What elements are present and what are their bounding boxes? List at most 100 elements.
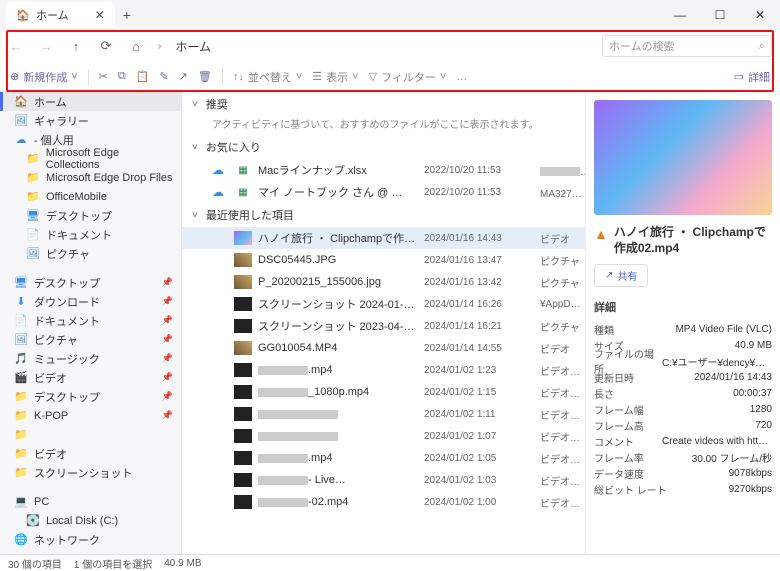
delete-icon[interactable]: 🗑: [198, 70, 212, 83]
section-title: 最近使用した項目: [206, 207, 294, 223]
details-section-header: 詳細: [594, 299, 772, 315]
minimize-button[interactable]: —: [660, 8, 700, 22]
file-name: _1080p.mp4: [258, 386, 418, 398]
file-date: 2024/01/02 1:03: [424, 475, 534, 486]
search-input[interactable]: ホームの検索 ⌕: [602, 35, 772, 57]
view-button[interactable]: ☰ 表示 ˅: [312, 69, 358, 85]
sidebar-item-label: ビデオ: [34, 370, 67, 386]
file-name: P_20200215_155006.jpg: [258, 276, 418, 288]
file-row[interactable]: 2024/01/02 1:07ビデオ¥動画: [182, 425, 585, 447]
sidebar-item[interactable]: 🏠ホーム: [0, 92, 181, 111]
file-name: GG010054.MP4: [258, 342, 418, 354]
forward-icon[interactable]: →: [38, 39, 54, 54]
file-row[interactable]: ハノイ旅行 ・ Clipchampで作成02…2024/01/16 14:43ビ…: [182, 227, 585, 249]
sidebar-item[interactable]: 🖼ギャラリー: [0, 111, 181, 130]
search-placeholder: ホームの検索: [609, 38, 675, 54]
sidebar-item[interactable]: 📁: [0, 425, 181, 444]
file-row[interactable]: .mp42024/01/02 1:05ビデオ¥動画: [182, 447, 585, 469]
file-date: 2024/01/02 1:07: [424, 431, 534, 442]
file-row[interactable]: P_20200215_155006.jpg2024/01/16 13:42ピクチ…: [182, 271, 585, 293]
sidebar-item[interactable]: 🖥デスクトップ: [0, 206, 181, 225]
thumbnail-icon: [234, 253, 252, 267]
sidebar-item-label: K-POP: [34, 410, 68, 422]
folder-icon: 📁: [14, 466, 28, 479]
file-row[interactable]: ☁▦Macラインナップ.xlsx2022/10/20 11:53 の OneDr…: [182, 159, 585, 181]
copy-icon[interactable]: ⧉: [118, 70, 126, 83]
file-row[interactable]: スクリーンショット 2023-04-09 1236…2024/01/14 16:…: [182, 315, 585, 337]
sidebar-item[interactable]: 🖼ピクチャ📌: [0, 330, 181, 349]
home-icon: 🏠: [14, 95, 28, 108]
prop-value: 30.00 フレーム/秒: [692, 450, 772, 465]
section-favorites[interactable]: ˅ お気に入り: [182, 135, 585, 159]
file-name: .mp4: [258, 452, 418, 464]
sidebar-item[interactable]: 📄ドキュメント📌: [0, 311, 181, 330]
file-row[interactable]: 2024/01/02 1:11ビデオ¥動画: [182, 403, 585, 425]
back-icon[interactable]: ←: [8, 39, 24, 54]
file-row[interactable]: _1080p.mp42024/01/02 1:15ビデオ¥動画: [182, 381, 585, 403]
sort-button[interactable]: ↑↓ 並べ替え ˅: [233, 69, 302, 85]
music-icon: 🎵: [14, 352, 28, 365]
sidebar-item[interactable]: 📁Microsoft Edge Drop Files: [0, 168, 181, 187]
xls-icon: ▦: [234, 163, 252, 177]
file-row[interactable]: DSC05445.JPG2024/01/16 13:47ピクチャ: [182, 249, 585, 271]
file-location: ビデオ¥動画: [540, 495, 585, 510]
breadcrumb[interactable]: ホーム: [175, 38, 211, 55]
new-tab-button[interactable]: +: [123, 7, 131, 23]
sidebar: 🏠ホーム🖼ギャラリー☁- 個人用📁Microsoft Edge Collecti…: [0, 92, 182, 554]
close-button[interactable]: ✕: [740, 8, 780, 22]
sidebar-item-label: ダウンロード: [34, 294, 100, 310]
section-recent[interactable]: ˅ 最近使用した項目: [182, 203, 585, 227]
file-location: の OneDrive: [540, 163, 585, 178]
more-button[interactable]: …: [456, 71, 467, 83]
section-title: 推奨: [206, 96, 228, 112]
sidebar-item[interactable]: 📄ドキュメント: [0, 225, 181, 244]
cut-icon[interactable]: ✂: [99, 70, 108, 83]
sidebar-item[interactable]: 🖼 ピクチャ: [0, 244, 181, 263]
section-recommend[interactable]: ˅ 推奨: [182, 92, 585, 116]
file-date: 2024/01/02 1:00: [424, 497, 534, 508]
sidebar-item[interactable]: 📁ビデオ: [0, 444, 181, 463]
sidebar-item[interactable]: 💽Local Disk (C:): [0, 511, 181, 530]
details-property: ファイルの場所C:¥ユーザー¥dency¥ビデオ: [594, 353, 772, 369]
paste-icon[interactable]: 📋: [136, 70, 150, 83]
home-nav-icon[interactable]: ⌂: [128, 39, 144, 54]
file-row[interactable]: スクリーンショット 2024-01-14 1626…2024/01/14 16:…: [182, 293, 585, 315]
maximize-button[interactable]: ☐: [700, 8, 740, 22]
sidebar-item[interactable]: 🌐ネットワーク: [0, 530, 181, 549]
sidebar-item[interactable]: 📁デスクトップ📌: [0, 387, 181, 406]
thumbnail-icon: [234, 363, 252, 377]
file-row[interactable]: GG010054.MP42024/01/14 14:55ビデオ: [182, 337, 585, 359]
tab-home[interactable]: 🏠 ホーム ✕: [6, 2, 115, 28]
pic-icon: 🖼: [26, 247, 40, 260]
file-date: 2024/01/16 13:47: [424, 255, 534, 266]
share-button[interactable]: ↗ 共有: [594, 264, 648, 287]
sidebar-item[interactable]: 🎬ビデオ📌: [0, 368, 181, 387]
refresh-icon[interactable]: ⟳: [98, 38, 114, 54]
sidebar-item[interactable]: 💻PC: [0, 492, 181, 511]
tab-close-icon[interactable]: ✕: [95, 8, 105, 22]
share-icon[interactable]: ↗: [179, 70, 188, 83]
sidebar-item-label: Local Disk (C:): [46, 515, 118, 527]
sidebar-item[interactable]: 📁K-POP📌: [0, 406, 181, 425]
folder-icon: 📁: [26, 190, 40, 203]
sidebar-item[interactable]: 📁Microsoft Edge Collections: [0, 149, 181, 168]
sidebar-item[interactable]: ⬇ダウンロード📌: [0, 292, 181, 311]
file-row[interactable]: ☁▦マイ ノートブック さん @ 2022/10/20 11:53MA32777…: [182, 181, 585, 203]
new-button[interactable]: ⊕ 新規作成 ˅: [10, 69, 78, 85]
file-row[interactable]: - Live…2024/01/02 1:03ビデオ¥動画: [182, 469, 585, 491]
sidebar-item[interactable]: 📁OfficeMobile: [0, 187, 181, 206]
file-row[interactable]: -02.mp42024/01/02 1:00ビデオ¥動画: [182, 491, 585, 513]
sidebar-item[interactable]: 🖥デスクトップ📌: [0, 273, 181, 292]
up-icon[interactable]: ↑: [68, 39, 84, 54]
sidebar-item[interactable]: 🎵ミュージック📌: [0, 349, 181, 368]
sidebar-item-label: ピクチャ: [46, 246, 90, 262]
details-toggle[interactable]: ▭ 詳細: [734, 69, 770, 85]
folder-icon: 📁: [14, 428, 28, 441]
sidebar-item[interactable]: 📁スクリーンショット: [0, 463, 181, 482]
folder-icon: 📁: [26, 152, 40, 165]
thumbnail-icon: [234, 451, 252, 465]
filter-button[interactable]: ▽ フィルター ˅: [369, 69, 447, 85]
file-row[interactable]: .mp42024/01/02 1:23ビデオ¥動画: [182, 359, 585, 381]
rename-icon[interactable]: ✎: [159, 70, 168, 83]
desktop-icon: 🖥: [26, 209, 40, 222]
